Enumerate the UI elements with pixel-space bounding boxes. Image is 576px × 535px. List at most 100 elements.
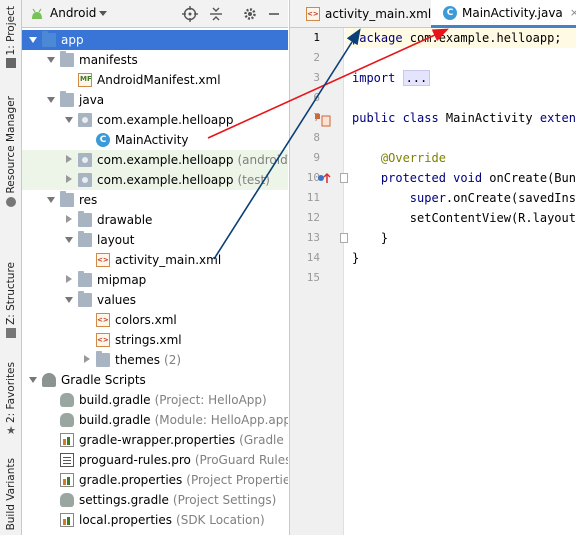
expand-arrow-icon[interactable] bbox=[28, 375, 38, 385]
properties-icon bbox=[60, 473, 74, 487]
tree-item-detail: (Project: HelloApp) bbox=[154, 393, 267, 407]
tree-item-label: settings.gradle bbox=[79, 493, 169, 507]
tree-item-label: build.gradle bbox=[79, 413, 151, 427]
collapse-icon[interactable] bbox=[208, 6, 224, 22]
view-selector[interactable]: Android bbox=[50, 6, 96, 20]
code-line[interactable]: super.onCreate(savedInst bbox=[352, 188, 576, 208]
code-line[interactable]: package com.example.helloapp; bbox=[352, 28, 562, 48]
tree-item[interactable]: strings.xml bbox=[22, 330, 288, 350]
manifest-icon bbox=[78, 73, 92, 87]
gradle-icon bbox=[60, 493, 74, 507]
tree-item[interactable]: app bbox=[22, 30, 288, 50]
tab-build-variants[interactable]: Build Variants bbox=[0, 458, 22, 530]
expand-arrow-icon[interactable] bbox=[46, 55, 56, 65]
collapse-arrow-icon[interactable] bbox=[64, 215, 74, 225]
folder-app-icon bbox=[42, 31, 56, 47]
tree-item[interactable]: proguard-rules.pro(ProGuard Rules for bbox=[22, 450, 288, 470]
expand-arrow-icon[interactable] bbox=[46, 195, 56, 205]
tree-item[interactable]: activity_main.xml bbox=[22, 250, 288, 270]
expand-arrow-icon[interactable] bbox=[28, 35, 38, 45]
tree-item[interactable]: com.example.helloapp (test) bbox=[22, 170, 288, 190]
tree-item[interactable]: build.gradle (Project: HelloApp) bbox=[22, 390, 288, 410]
tree-item-detail: (Gradle Version) bbox=[239, 433, 288, 447]
tree-item-detail: (ProGuard Rules for bbox=[194, 453, 288, 467]
override-gutter-icon[interactable] bbox=[317, 172, 331, 187]
fold-marker-icon[interactable] bbox=[340, 232, 348, 246]
tab-activity-main-xml[interactable]: activity_main.xml × bbox=[294, 0, 447, 28]
tree-item[interactable]: values bbox=[22, 290, 288, 310]
crosshair-icon[interactable] bbox=[182, 6, 198, 22]
tree-item[interactable]: gradle.properties(Project Properties) bbox=[22, 470, 288, 490]
tab-mainactivity-java[interactable]: C MainActivity.java × bbox=[431, 0, 576, 28]
tree-item[interactable]: colors.xml bbox=[22, 310, 288, 330]
folder-icon bbox=[78, 291, 92, 307]
expand-arrow-icon[interactable] bbox=[64, 235, 74, 245]
code-token: onCreate(Bundle bbox=[489, 171, 576, 185]
code-token: import bbox=[352, 71, 403, 85]
tree-item[interactable]: manifests bbox=[22, 50, 288, 70]
code-line[interactable]: @Override bbox=[352, 148, 446, 168]
chevron-down-icon[interactable] bbox=[99, 11, 107, 16]
expand-arrow-icon[interactable] bbox=[64, 115, 74, 125]
tree-item[interactable]: settings.gradle (Project Settings) bbox=[22, 490, 288, 510]
folder-icon bbox=[6, 58, 16, 69]
minimize-icon[interactable] bbox=[266, 6, 282, 22]
collapse-arrow-icon[interactable] bbox=[82, 355, 92, 365]
tree-item-label: local.properties bbox=[79, 513, 173, 527]
tree-item[interactable]: mipmap bbox=[22, 270, 288, 290]
code-line[interactable]: } bbox=[352, 248, 359, 268]
tree-item-detail: (Project Settings) bbox=[172, 493, 277, 507]
line-number: 11 bbox=[306, 191, 320, 204]
tab-resource-manager[interactable]: Resource Manager bbox=[0, 96, 22, 207]
code-token: } bbox=[352, 231, 389, 245]
tree-item-label: com.example.helloapp bbox=[97, 113, 234, 127]
folder-icon bbox=[60, 91, 74, 107]
properties-icon bbox=[60, 433, 74, 447]
tree-item-label: values bbox=[97, 293, 137, 307]
xml-icon bbox=[96, 313, 110, 327]
tree-item[interactable]: AndroidManifest.xml bbox=[22, 70, 288, 90]
pro-file-icon bbox=[60, 453, 74, 467]
code-line[interactable]: import ... bbox=[352, 68, 431, 88]
class-run-icon[interactable] bbox=[315, 114, 331, 131]
collapse-arrow-icon[interactable] bbox=[64, 275, 74, 285]
code-token: .onCreate(savedInst bbox=[445, 191, 576, 205]
tab-favorites[interactable]: 2: Favorites ★ bbox=[0, 362, 22, 436]
tree-item-label: res bbox=[79, 193, 98, 207]
tree-item[interactable]: com.example.helloapp bbox=[22, 110, 288, 130]
collapse-arrow-icon[interactable] bbox=[64, 175, 74, 185]
folder-icon bbox=[78, 271, 92, 287]
tree-item[interactable]: Gradle Scripts bbox=[22, 370, 288, 390]
star-icon: ★ bbox=[6, 424, 16, 437]
tree-item[interactable]: C MainActivity bbox=[22, 130, 288, 150]
fold-marker-icon[interactable] bbox=[340, 172, 348, 186]
tree-item[interactable]: local.properties (SDK Location) bbox=[22, 510, 288, 530]
collapse-arrow-icon[interactable] bbox=[64, 155, 74, 165]
code-line[interactable]: setContentView(R.layout.a bbox=[352, 208, 576, 228]
code-line[interactable]: protected void onCreate(Bundle bbox=[352, 168, 576, 188]
tree-item[interactable]: layout bbox=[22, 230, 288, 250]
resource-icon bbox=[6, 196, 16, 207]
tool-window-strip: 1: Project Resource Manager Z: Structure… bbox=[0, 0, 22, 535]
expand-arrow-icon[interactable] bbox=[46, 95, 56, 105]
expand-arrow-icon[interactable] bbox=[64, 295, 74, 305]
tree-item[interactable]: com.example.helloapp(androidTest) bbox=[22, 150, 288, 170]
tab-structure[interactable]: Z: Structure bbox=[0, 262, 22, 338]
gear-icon[interactable] bbox=[242, 6, 258, 22]
tree-item[interactable]: themes (2) bbox=[22, 350, 288, 370]
tree-item-detail: (androidTest) bbox=[237, 153, 289, 167]
close-icon[interactable]: × bbox=[570, 6, 576, 19]
tree-item[interactable]: java bbox=[22, 90, 288, 110]
tree-item[interactable]: drawable bbox=[22, 210, 288, 230]
tree-item-detail: (test) bbox=[237, 173, 270, 187]
code-line[interactable]: public class MainActivity extends bbox=[352, 108, 576, 128]
tab-project[interactable]: 1: Project bbox=[0, 6, 22, 69]
tree-item[interactable]: build.gradle (Module: HelloApp.app) bbox=[22, 410, 288, 430]
tree-item[interactable]: res bbox=[22, 190, 288, 210]
tree-item-label: mipmap bbox=[97, 273, 147, 287]
code-line[interactable]: } bbox=[352, 228, 388, 248]
tree-item[interactable]: gradle-wrapper.properties(Gradle Version… bbox=[22, 430, 288, 450]
